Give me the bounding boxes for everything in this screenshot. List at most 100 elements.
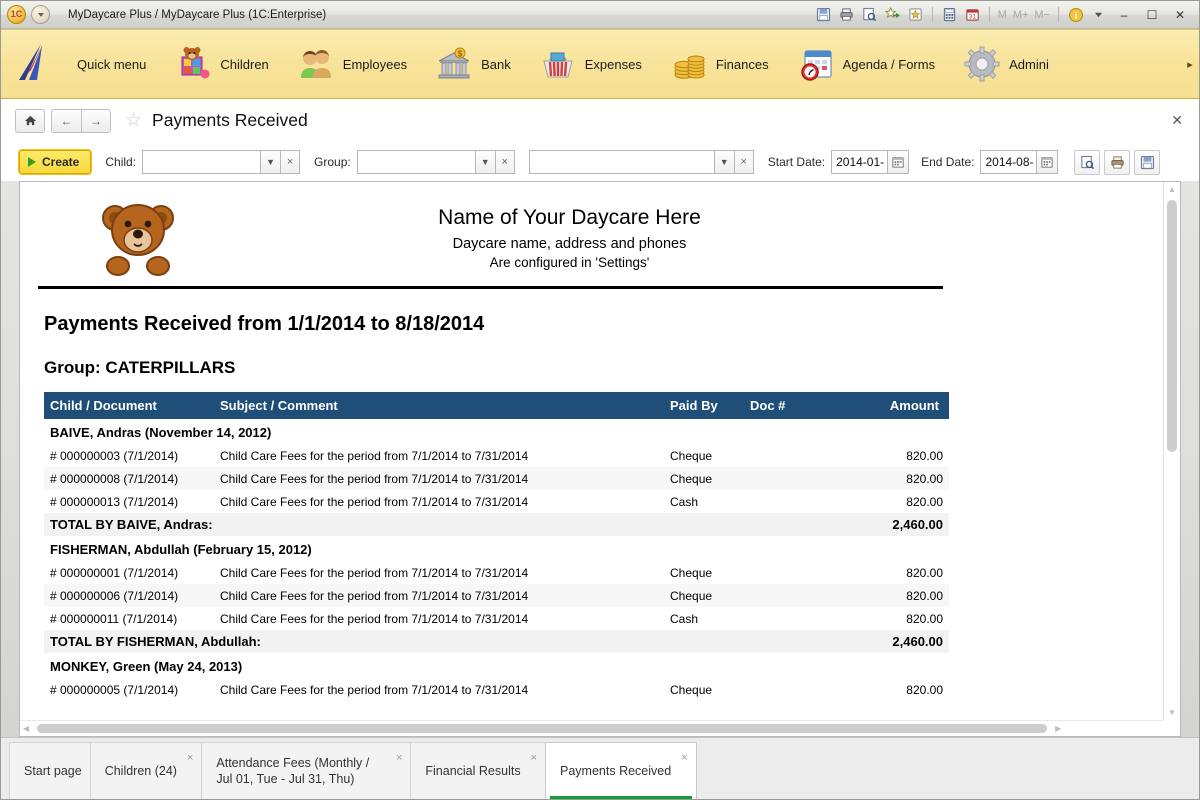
column-header-subject-comment[interactable]: Subject / Comment: [214, 392, 664, 419]
page-title: Payments Received: [152, 110, 308, 130]
table-row[interactable]: # 000000003 (7/1/2014) Child Care Fees fo…: [44, 444, 949, 467]
end-date-input[interactable]: 2014-08-: [980, 150, 1037, 174]
nav-item-finances[interactable]: Finances: [656, 34, 783, 94]
form-header: ← → ☆ Payments Received ✕: [1, 99, 1199, 143]
column-header-paid-by[interactable]: Paid By: [664, 392, 744, 419]
child-filter-input[interactable]: [142, 150, 261, 174]
cell-document-number: # 000000008 (7/1/2014): [44, 467, 214, 490]
tab-children-24[interactable]: Children (24) ×: [89, 742, 203, 799]
column-header-child-document[interactable]: Child / Document: [44, 392, 214, 419]
tab-financial-results[interactable]: Financial Results ×: [410, 742, 547, 799]
nav-label: Agenda / Forms: [842, 56, 936, 72]
save-icon[interactable]: [813, 5, 834, 25]
create-button[interactable]: Create: [17, 149, 93, 175]
child-filter-combo[interactable]: ▼ ×: [142, 150, 301, 174]
tab-close-icon[interactable]: ×: [396, 752, 402, 764]
add-favorite-icon[interactable]: [882, 5, 903, 25]
scroll-right-arrow-icon[interactable]: ▶: [1055, 724, 1061, 733]
toolbar-separator-3: [1058, 7, 1059, 22]
start-date-field[interactable]: 2014-01-: [831, 150, 910, 174]
info-icon[interactable]: i: [1065, 5, 1086, 25]
agenda-calendar-icon: [797, 45, 835, 83]
end-date-field[interactable]: 2014-08-: [980, 150, 1059, 174]
nav-item-expenses[interactable]: Expenses: [525, 34, 656, 94]
table-row[interactable]: # 000000005 (7/1/2014) Child Care Fees fo…: [44, 678, 949, 701]
table-row[interactable]: # 000000008 (7/1/2014) Child Care Fees fo…: [44, 467, 949, 490]
vertical-scroll-thumb[interactable]: [1167, 200, 1177, 452]
clear-extra-filter-icon[interactable]: ×: [733, 150, 754, 174]
main-menu-dropdown-button[interactable]: [31, 5, 50, 24]
minimize-button[interactable]: –: [1111, 5, 1137, 25]
scroll-down-arrow-icon[interactable]: ▼: [1164, 708, 1180, 717]
memory-add-button[interactable]: M+: [1011, 9, 1031, 21]
table-row[interactable]: # 000000013 (7/1/2014) Child Care Fees fo…: [44, 490, 949, 513]
info-dropdown-icon[interactable]: [1088, 5, 1109, 25]
memory-subtract-button[interactable]: M−: [1032, 9, 1052, 21]
form-close-button[interactable]: ✕: [1165, 112, 1189, 129]
report-canvas[interactable]: Name of Your Daycare Here Daycare name, …: [20, 182, 1180, 736]
favorite-star-icon[interactable]: ☆: [125, 109, 142, 132]
cell-paid-by: Cheque: [664, 561, 744, 584]
clear-child-filter-icon[interactable]: ×: [280, 150, 301, 174]
favorites-icon[interactable]: [905, 5, 926, 25]
1c-logo-icon[interactable]: 1C: [7, 5, 26, 24]
clear-group-filter-icon[interactable]: ×: [494, 150, 515, 174]
tab-payments-received[interactable]: Payments Received ×: [545, 742, 697, 799]
toolbar-separator: [931, 7, 933, 22]
table-row[interactable]: # 000000006 (7/1/2014) Child Care Fees fo…: [44, 584, 949, 607]
home-button[interactable]: [15, 108, 45, 133]
table-row[interactable]: # 000000001 (7/1/2014) Child Care Fees fo…: [44, 561, 949, 584]
calendar-icon[interactable]: 31: [962, 5, 983, 25]
scroll-up-arrow-icon[interactable]: ▲: [1164, 185, 1180, 194]
title-bar: 1C MyDaycare Plus / MyDaycare Plus (1C:E…: [1, 1, 1199, 29]
save-button[interactable]: [1134, 149, 1161, 175]
back-button[interactable]: ←: [51, 108, 81, 133]
child-group-row[interactable]: BAIVE, Andras (November 14, 2012): [44, 419, 949, 444]
nav-overflow-arrow-icon[interactable]: ▸: [1183, 53, 1197, 75]
memory-recall-button[interactable]: M: [996, 9, 1009, 21]
report-content: Name of Your Daycare Here Daycare name, …: [20, 194, 1125, 701]
tab-close-icon[interactable]: ×: [187, 752, 193, 764]
group-filter-input[interactable]: [356, 150, 475, 174]
nav-item-children[interactable]: Children: [160, 34, 282, 94]
nav-item-employees[interactable]: Employees: [283, 34, 421, 94]
application-window: 1C MyDaycare Plus / MyDaycare Plus (1C:E…: [0, 0, 1200, 800]
scroll-left-arrow-icon[interactable]: ◀: [23, 724, 29, 733]
calendar-picker-icon[interactable]: [1036, 150, 1059, 174]
print-button[interactable]: [1104, 149, 1131, 175]
tab-start-page[interactable]: Start page: [9, 742, 91, 799]
vertical-scrollbar[interactable]: ▲ ▼: [1163, 182, 1180, 720]
nav-item-agenda-forms[interactable]: Agenda / Forms: [783, 34, 950, 94]
extra-filter-input[interactable]: [528, 150, 714, 174]
nav-item-administration[interactable]: Admini: [949, 34, 1063, 94]
chevron-down-icon[interactable]: ▼: [260, 150, 281, 174]
cell-paid-by: Cash: [664, 607, 744, 630]
group-filter-combo[interactable]: ▼ ×: [356, 150, 515, 174]
extra-filter-combo[interactable]: ▼ ×: [528, 150, 754, 174]
child-group-row[interactable]: FISHERMAN, Abdullah (February 15, 2012): [44, 536, 949, 561]
chevron-down-icon[interactable]: ▼: [474, 150, 495, 174]
horizontal-scroll-thumb[interactable]: [37, 724, 1048, 733]
column-header-doc-num[interactable]: Doc #: [744, 392, 829, 419]
print-preview-icon[interactable]: [859, 5, 880, 25]
calculator-icon[interactable]: [939, 5, 960, 25]
calendar-picker-icon[interactable]: [887, 150, 910, 174]
column-header-amount[interactable]: Amount: [829, 392, 949, 419]
nav-item-quick-menu[interactable]: Quick menu: [63, 34, 160, 94]
tab-close-icon[interactable]: ×: [531, 752, 537, 764]
start-date-input[interactable]: 2014-01-: [831, 150, 888, 174]
print-icon[interactable]: [836, 5, 857, 25]
maximize-button[interactable]: ☐: [1139, 5, 1165, 25]
horizontal-scrollbar[interactable]: ◀ ▶: [20, 720, 1163, 736]
child-group-row[interactable]: MONKEY, Green (May 24, 2013): [44, 653, 949, 678]
nav-item-bank[interactable]: $ Bank: [421, 34, 525, 94]
table-row[interactable]: # 000000011 (7/1/2014) Child Care Fees fo…: [44, 607, 949, 630]
close-button[interactable]: ✕: [1167, 5, 1193, 25]
forward-button[interactable]: →: [81, 108, 111, 133]
tab-attendance-fees-monthly-jul-01-tue-jul-31-thu[interactable]: Attendance Fees (Monthly / Jul 01, Tue -…: [201, 742, 412, 799]
play-triangle-icon: [28, 157, 36, 167]
chevron-down-icon[interactable]: ▼: [713, 150, 734, 174]
print-preview-button[interactable]: [1074, 149, 1101, 175]
company-name: Name of Your Daycare Here: [438, 206, 701, 229]
tab-close-icon[interactable]: ×: [681, 752, 687, 764]
